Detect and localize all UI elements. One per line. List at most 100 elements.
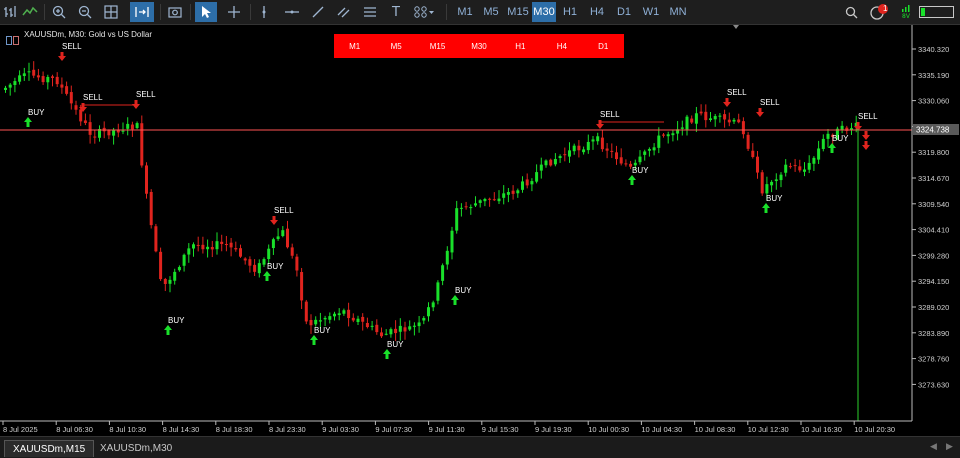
panel-button-h1[interactable]: H1	[500, 34, 541, 58]
tf-m5[interactable]: M5	[478, 2, 504, 22]
candle-bullish	[112, 129, 116, 136]
candle-bearish	[619, 157, 623, 164]
fibonacci-icon[interactable]	[360, 2, 380, 22]
candle-bearish	[248, 259, 252, 266]
panel-button-m1[interactable]: M1	[334, 34, 375, 58]
tab-xauusdm-m15[interactable]: XAUUSDm,M15	[4, 440, 95, 457]
candle-bullish	[337, 313, 341, 316]
candle-bearish	[549, 159, 553, 166]
scroll-left-icon[interactable]: ◀	[930, 442, 937, 452]
panel-button-m15[interactable]: M15	[417, 34, 458, 58]
candle-bullish	[459, 207, 463, 209]
price-chart[interactable]: BUY BUY BUY BUY BUY BUY BUY BUY BUY SELL SELL SELL S…	[0, 25, 960, 435]
screenshot-icon[interactable]	[166, 2, 184, 22]
tile-windows-icon[interactable]	[102, 2, 120, 22]
candle-bullish	[262, 259, 266, 265]
candle-bullish	[474, 203, 477, 206]
candle-bearish	[145, 165, 148, 194]
candle-bearish	[365, 322, 369, 328]
panel-button-m30[interactable]: M30	[458, 34, 499, 58]
tf-m1[interactable]: M1	[452, 2, 478, 22]
panel-button-h4[interactable]: H4	[541, 34, 582, 58]
candle-bearish	[756, 156, 759, 173]
sell-signal-label: SELL	[83, 93, 103, 102]
candle-bullish	[121, 130, 125, 132]
zoom-out-icon[interactable]	[76, 2, 94, 22]
candle-bullish	[497, 198, 501, 202]
candle-bearish	[65, 86, 69, 94]
candle-bearish	[290, 247, 294, 256]
tab-xauusdm-m30[interactable]: XAUUSDm,M30	[92, 440, 180, 456]
search-icon[interactable]	[842, 2, 860, 22]
candle-bearish	[51, 76, 54, 78]
signal-label: 8V	[902, 13, 910, 20]
candle-bearish	[511, 190, 515, 194]
candle-bullish	[535, 172, 539, 182]
price-tick-label: 3278.760	[918, 355, 949, 364]
sell-arrow-icon	[862, 131, 870, 140]
candle-bullish	[633, 162, 637, 166]
candle-bearish	[577, 145, 581, 151]
notification-badge: 1	[883, 4, 888, 13]
candle-bearish	[130, 124, 134, 130]
candle-bullish	[591, 139, 595, 142]
candle-bearish	[83, 120, 87, 124]
candle-bearish	[234, 248, 238, 250]
zoom-in-icon[interactable]	[50, 2, 68, 22]
cursor-icon[interactable]	[195, 2, 217, 22]
candle-bullish	[685, 116, 689, 130]
panel-button-d1[interactable]: D1	[583, 34, 624, 58]
panel-button-m5[interactable]: M5	[375, 34, 416, 58]
time-tick-label: 10 Jul 08:30	[695, 425, 736, 434]
scroll-right-icon[interactable]: ▶	[946, 442, 953, 452]
buy-arrow-icon	[451, 295, 459, 305]
tf-h4[interactable]: H4	[584, 2, 610, 22]
bars-icon[interactable]	[2, 2, 18, 22]
vertical-line-icon[interactable]	[256, 2, 272, 22]
candle-bullish	[582, 149, 586, 153]
candle-bearish	[163, 278, 167, 284]
candle-bullish	[27, 71, 31, 73]
candle-bullish	[779, 174, 783, 181]
candle-bullish	[384, 333, 388, 335]
sell-signal-label: SELL	[136, 90, 156, 99]
candle-bullish	[812, 157, 816, 164]
tf-m30[interactable]: M30	[532, 2, 556, 22]
time-tick-label: 9 Jul 11:30	[429, 425, 465, 434]
candle-bullish	[478, 200, 482, 203]
chart-area[interactable]: BUY BUY BUY BUY BUY BUY BUY BUY BUY SELL SELL SELL S…	[0, 25, 960, 435]
text-tool-icon[interactable]: T	[386, 2, 406, 22]
shift-marker-icon[interactable]	[733, 25, 739, 29]
candle-bullish	[398, 325, 402, 332]
candle-bearish	[224, 244, 228, 246]
channel-icon[interactable]	[334, 2, 354, 22]
candle-bullish	[657, 135, 661, 148]
shapes-icon[interactable]	[410, 2, 438, 22]
autoscroll-icon[interactable]	[130, 2, 154, 22]
candle-bearish	[210, 247, 214, 250]
line-chart-icon[interactable]	[20, 2, 40, 22]
price-tick-label: 3289.020	[918, 303, 949, 312]
time-tick-label: 9 Jul 07:30	[375, 425, 412, 434]
tf-m15[interactable]: M15	[504, 2, 532, 22]
candle-bearish	[488, 198, 492, 200]
tf-w1[interactable]: W1	[638, 2, 664, 22]
candle-bullish	[718, 115, 722, 117]
candle-bullish	[389, 329, 393, 335]
candle-bearish	[243, 258, 247, 261]
trendline-icon[interactable]	[308, 2, 328, 22]
tf-mn[interactable]: MN	[664, 2, 692, 22]
notifications-icon[interactable]: 1	[868, 2, 892, 22]
candle-bullish	[826, 133, 830, 139]
sell-arrow-icon	[756, 108, 764, 117]
candle-bearish	[394, 328, 398, 334]
candle-bearish	[380, 332, 383, 337]
candle-bullish	[774, 179, 778, 182]
tf-h1[interactable]: H1	[558, 2, 582, 22]
crosshair-icon[interactable]	[224, 2, 244, 22]
candle-bullish	[694, 113, 698, 124]
candle-bullish	[4, 87, 7, 90]
tf-d1[interactable]: D1	[611, 2, 637, 22]
candle-bullish	[370, 325, 374, 327]
horizontal-line-icon[interactable]	[282, 2, 302, 22]
